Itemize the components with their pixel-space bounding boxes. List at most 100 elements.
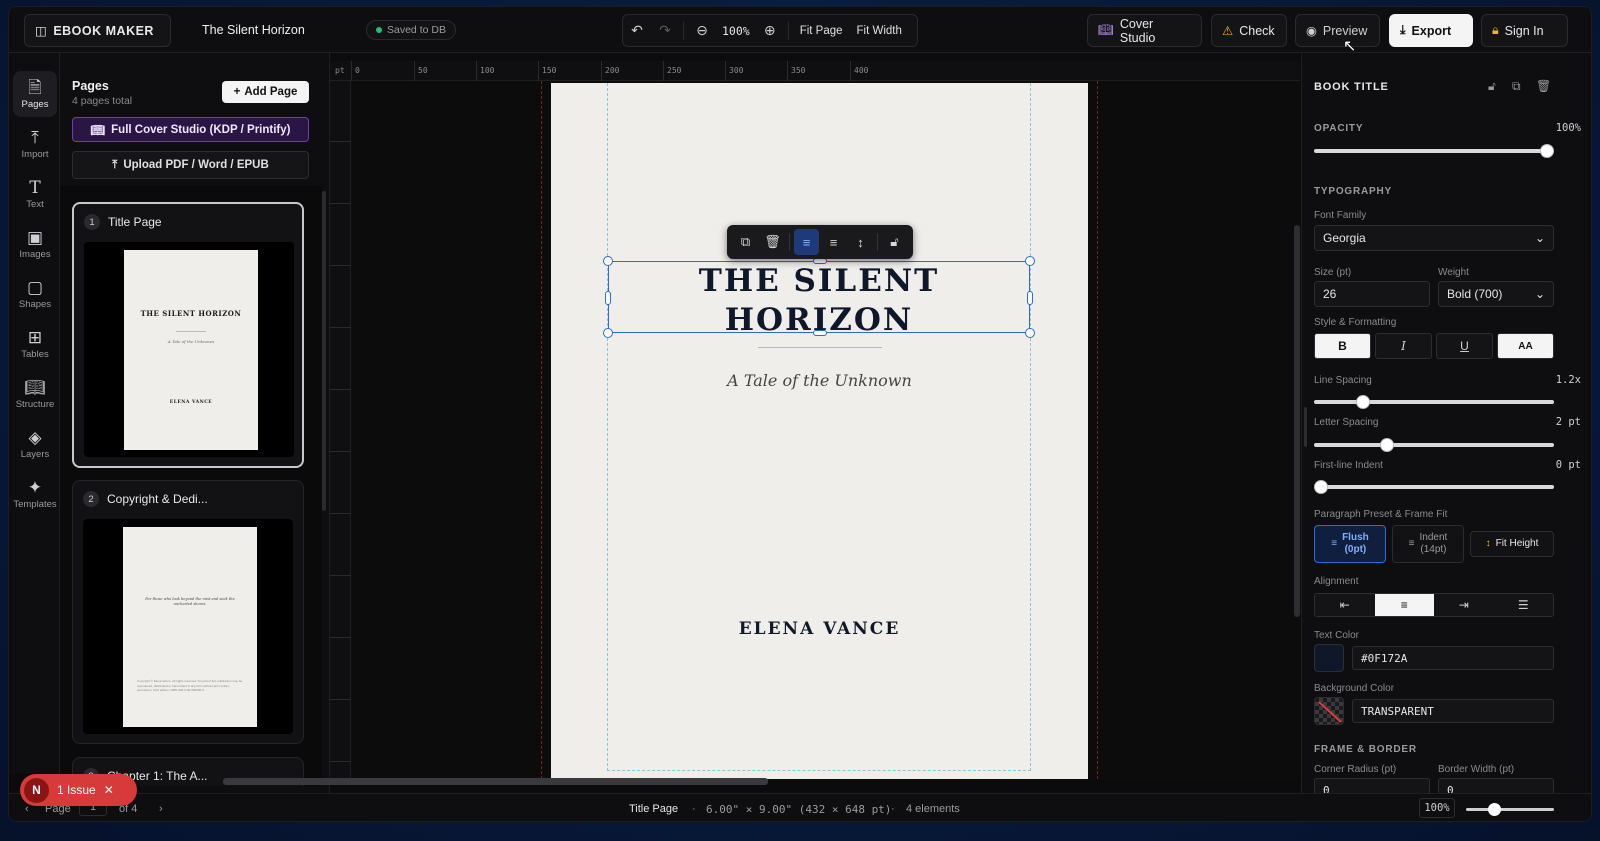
zoom-in-icon[interactable]: ⊕ [756,14,784,47]
close-icon[interactable]: ✕ [104,783,114,797]
ruler-label: 200 [605,66,620,75]
preset-indent-button[interactable]: ≡ Indent (14pt) [1392,525,1464,563]
add-page-button[interactable]: + Add Page [222,81,309,103]
slider-knob[interactable] [1356,395,1370,409]
zoom-out-icon[interactable]: ⊖ [688,14,716,47]
sign-in-label: Sign In [1504,23,1544,38]
text-color-swatch[interactable] [1314,644,1344,672]
align-text-left-icon[interactable]: ≡ [794,229,820,255]
line-spacing-label: Line Spacing [1314,375,1372,386]
transparent-swatch[interactable] [1314,697,1344,725]
slider-knob[interactable] [1380,438,1394,452]
upload-document-button[interactable]: ⤒ Upload PDF / Word / EPUB [72,151,309,179]
align-left-icon[interactable]: ⇤ [1315,594,1375,616]
rail-item-text[interactable]: T Text [13,171,57,217]
title-divider-line[interactable] [758,347,882,348]
font-weight-select[interactable]: Bold (700) ⌄ [1438,281,1554,307]
duplicate-icon[interactable]: ⧉ [1512,79,1521,94]
font-size-input[interactable]: 26 [1314,281,1430,307]
book-subtitle-text[interactable]: A Tale of the Unknown [551,371,1088,390]
slider-knob[interactable] [1314,480,1328,494]
fit-height-button[interactable]: ↕ Fit Height [1470,531,1554,557]
page-name: Copyright & Dedi... [107,492,208,506]
zoom-slider[interactable] [1466,803,1554,816]
letter-spacing-slider[interactable] [1314,438,1554,452]
sign-in-button[interactable]: 🔒︎ Sign In [1481,14,1568,47]
resize-handle-ne[interactable] [1025,256,1035,266]
unlock-icon[interactable]: 🔓︎ [1488,79,1496,94]
ruler-label: 150 [542,66,557,75]
book-page[interactable]: THE SILENT HORIZON A Tale of the Unknown… [551,83,1088,779]
rail-item-import[interactable]: ⤒ Import [13,121,57,167]
book-title-text[interactable]: THE SILENT HORIZON [609,262,1029,340]
unlock-icon[interactable]: 🔓︎ [882,229,907,255]
align-center-icon[interactable]: ≡ [1374,594,1434,616]
rail-item-pages[interactable]: 🗎︎ Pages [13,71,57,117]
opacity-slider[interactable] [1314,144,1554,158]
resize-handle-nw[interactable] [603,256,613,266]
uppercase-button[interactable]: AA [1497,333,1554,359]
rail-item-shapes[interactable]: ▢ Shapes [13,271,57,317]
chevron-right-icon[interactable]: › [159,803,163,815]
rail-item-tables[interactable]: ⊞ Tables [13,321,57,367]
book-title-frame[interactable]: THE SILENT HORIZON [603,256,1035,338]
status-zoom-level[interactable]: 100% [1419,798,1455,818]
resize-handle-e[interactable] [1027,291,1033,305]
border-width-input[interactable]: 0 [1438,778,1554,793]
undo-icon[interactable]: ↶ [623,14,651,47]
slider-knob[interactable] [1540,144,1554,158]
panel-resize-handle[interactable] [1304,407,1307,447]
fit-height-icon[interactable]: ↕ [848,229,873,255]
font-weight-value: Bold (700) [1447,287,1503,301]
resize-handle-sw[interactable] [603,328,613,338]
ruler-label: 300 [729,66,744,75]
align-text-right-icon[interactable]: ≡ [821,229,846,255]
page-card-2[interactable]: 2 Copyright & Dedi... For those who look… [72,480,304,744]
canvas-horizontal-scrollbar[interactable] [223,778,768,785]
fit-page-button[interactable]: Fit Page [793,25,850,37]
font-family-select[interactable]: Georgia ⌄ [1314,225,1554,251]
issue-indicator[interactable]: N 1 Issue ✕ [20,774,137,806]
rail-label: Images [19,248,51,260]
full-cover-studio-button[interactable]: 📖︎ Full Cover Studio (KDP / Printify) [72,117,309,142]
author-name-text[interactable]: ELENA VANCE [551,619,1088,639]
text-color-input[interactable]: #0F172A [1352,646,1554,670]
resize-handle-se[interactable] [1025,328,1035,338]
export-button[interactable]: ⤓ Export [1389,14,1473,47]
brand-button[interactable]: ◫ EBOOK MAKER [24,14,171,47]
rail-item-layers[interactable]: ◈ Layers [13,421,57,467]
italic-button[interactable]: I [1375,333,1432,359]
redo-icon[interactable]: ↷ [651,14,679,47]
rail-item-templates[interactable]: ✦ Templates [13,471,57,517]
weight-label: Weight [1438,267,1469,278]
chevron-left-icon[interactable]: ‹ [25,803,29,815]
resize-handle-w[interactable] [605,291,611,305]
fit-width-button[interactable]: Fit Width [850,25,909,37]
slider-knob[interactable] [1488,803,1501,816]
canvas-vertical-scrollbar[interactable] [1294,225,1300,617]
preset-flush-button[interactable]: ≡ Flush (0pt) [1314,525,1386,563]
page-thumbnail-frame: THE SILENT HORIZON A Tale of the Unknown… [84,242,294,457]
first-line-indent-slider[interactable] [1314,480,1554,494]
page-card-1[interactable]: 1 Title Page THE SILENT HORIZON A Tale o… [72,202,304,468]
align-justify-icon[interactable]: ☰ [1493,594,1553,616]
line-spacing-slider[interactable] [1314,395,1554,409]
corner-radius-input[interactable]: 0 [1314,778,1430,793]
resize-handle-s[interactable] [813,330,827,336]
background-color-input[interactable]: TRANSPARENT [1352,699,1554,723]
align-right-icon[interactable]: ⇥ [1434,594,1494,616]
rail-item-images[interactable]: ▣ Images [13,221,57,267]
cover-studio-button[interactable]: 📖︎ Cover Studio [1087,14,1202,47]
preview-button[interactable]: ◉ Preview [1295,14,1380,47]
bold-button[interactable]: B [1314,333,1371,359]
underline-button[interactable]: U [1436,333,1493,359]
font-family-value: Georgia [1323,231,1366,245]
rail-item-structure[interactable]: 📖︎ Structure [13,371,57,417]
ruler-tick [330,203,351,204]
trash-icon[interactable]: 🗑︎ [1536,79,1551,93]
trash-icon[interactable]: 🗑︎ [760,229,785,255]
document-title[interactable]: The Silent Horizon [202,23,305,37]
duplicate-icon[interactable]: ⧉ [733,229,758,255]
page-list-scrollbar[interactable] [322,191,326,511]
check-button[interactable]: ⚠ Check [1211,14,1287,47]
